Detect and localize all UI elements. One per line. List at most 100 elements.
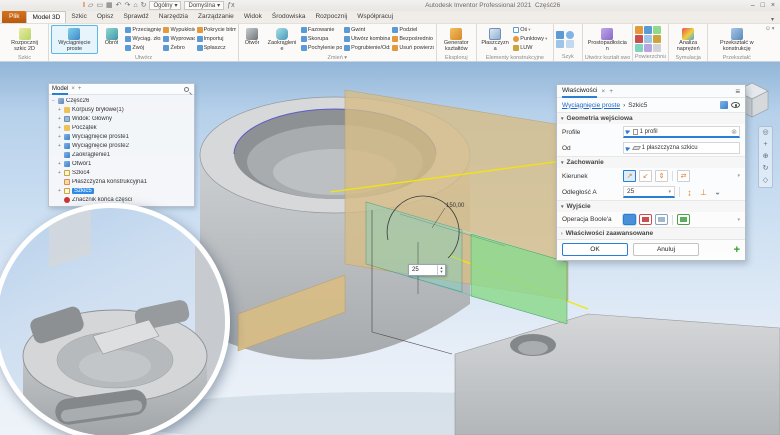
thicken-offset-button[interactable]: Pogrubienie/Odsunięcie — [344, 43, 390, 52]
direction-asymmetric-button[interactable]: ⇄ — [677, 170, 690, 182]
draft-button[interactable]: Pochylenie powierzchni — [300, 43, 342, 52]
expand-icon[interactable]: + — [57, 161, 62, 167]
orbit-icon[interactable]: ↻ — [763, 165, 769, 173]
tree-item-sketch5[interactable]: + Szkic5 — [51, 186, 194, 195]
group-label-zmien[interactable]: Zmień ▾ — [241, 54, 434, 61]
boolean-cut-button[interactable] — [639, 214, 652, 225]
extrude-button[interactable]: Wyciągnięcie proste — [51, 25, 98, 54]
direction-default-button[interactable]: ↗ — [623, 170, 636, 182]
expand-icon[interactable]: + — [57, 125, 62, 131]
maximize-button[interactable]: □ — [761, 2, 765, 9]
add-tab-icon[interactable]: + — [78, 86, 82, 92]
visibility-eye-icon[interactable] — [731, 102, 740, 108]
rib-button[interactable]: Żebro — [163, 43, 194, 52]
new-file-icon[interactable]: ▱ — [88, 1, 93, 10]
sweep-button[interactable]: Przeciągnięcie — [125, 25, 161, 34]
minimize-button[interactable]: – — [751, 2, 755, 9]
tab-szkic[interactable]: Szkic — [66, 11, 92, 23]
ok-button[interactable]: OK — [562, 243, 628, 256]
expand-icon[interactable]: + — [57, 116, 62, 122]
close-icon[interactable]: × — [71, 86, 75, 92]
import-button[interactable]: Importuj — [196, 34, 236, 43]
loft-button[interactable]: Wyciąg. złoż. — [125, 34, 161, 43]
expand-icon[interactable]: + — [57, 107, 62, 113]
direct-edit-button[interactable]: Bezpośrednio — [392, 34, 433, 43]
delete-face-button[interactable]: Usuń powierzchnię — [392, 43, 434, 52]
sketch-driven-pattern-icon[interactable] — [565, 39, 574, 48]
close-button[interactable]: × — [771, 2, 775, 9]
look-at-icon[interactable]: ◇ — [763, 177, 768, 185]
distance-input[interactable]: 25 ▾ — [623, 186, 675, 198]
combine-button[interactable]: Utwórz kombinację — [344, 34, 390, 43]
tree-root-part[interactable]: − Część26 — [51, 96, 194, 105]
pan-icon[interactable]: + — [763, 141, 767, 149]
extent-through-all-icon[interactable]: ↨ — [684, 188, 695, 197]
decal-button[interactable]: Pokrycie bitmapą — [196, 25, 236, 34]
tab-sprawdz[interactable]: Sprawdź — [118, 11, 153, 23]
chevron-down-icon[interactable]: ▾ — [737, 217, 740, 223]
shell-button[interactable]: Skorupa — [300, 34, 342, 43]
spinner-icon[interactable]: ▲ ▼ — [437, 265, 445, 275]
offset-surface-icon[interactable] — [634, 44, 643, 52]
freeform-box-button[interactable]: Prostopadłościan — [585, 25, 630, 54]
section-advanced[interactable]: › Właściwości zaawansowane — [557, 227, 745, 239]
coil-button[interactable]: Zwój — [125, 43, 161, 52]
mirror-icon[interactable] — [555, 39, 564, 48]
tab-opisz[interactable]: Opisz — [92, 11, 119, 23]
extent-to-icon[interactable]: ⊥ — [698, 188, 709, 197]
tree-item-fillet1[interactable]: Zaokrąglenie1 — [51, 150, 194, 159]
expand-icon[interactable]: + — [57, 134, 62, 140]
chevron-down-icon[interactable]: ▾ — [737, 173, 740, 179]
tab-rozpocznij[interactable]: Rozpocznij — [310, 11, 352, 23]
direction-flipped-button[interactable]: ↙ — [639, 170, 652, 182]
shape-generator-button[interactable]: Generator kształtów — [439, 25, 474, 54]
properties-tab[interactable]: Właściwości — [562, 85, 598, 98]
parameters-fx-icon[interactable]: ƒx — [227, 1, 234, 10]
chevron-down-icon[interactable]: ▾ — [668, 189, 671, 195]
tree-item-workplane1[interactable]: Płaszczyzna konstrukcyjna1 — [51, 177, 194, 186]
work-axis-button[interactable]: Oś ▾ — [513, 25, 551, 34]
model-viewport[interactable]: 150,00 Model × + − Część26 + Korpusy bryło… — [0, 62, 780, 435]
material-dropdown[interactable]: Ogólny ▾ — [149, 1, 182, 10]
delete-surface-icon[interactable] — [652, 44, 661, 52]
derive-button[interactable]: Wyprowadź — [163, 34, 195, 43]
replace-face-icon[interactable] — [643, 44, 652, 52]
thread-button[interactable]: Gwint — [344, 25, 390, 34]
search-icon[interactable] — [184, 86, 189, 92]
tree-item-sketch4[interactable]: + Szkic4 — [51, 168, 194, 177]
boolean-intersect-button[interactable] — [655, 214, 668, 225]
expand-icon[interactable]: + — [57, 188, 62, 194]
boolean-new-solid-button[interactable] — [677, 214, 690, 225]
save-icon[interactable]: ▦ — [106, 1, 113, 10]
flange-face[interactable] — [454, 313, 780, 435]
patch-surface-icon[interactable] — [643, 26, 652, 34]
start-2d-sketch-button[interactable]: Rozpocznij szkic 2D — [3, 25, 46, 54]
chamfer-button[interactable]: Fazowanie — [300, 25, 342, 34]
tree-item-extrusion1[interactable]: + Wyciągnięcie proste1 — [51, 132, 194, 141]
ribbon-collapse-icon[interactable]: ▾ — [767, 16, 778, 23]
tab-narzedzia[interactable]: Narzędzia — [154, 11, 193, 23]
section-geometry[interactable]: ▾ Geometria wejściowa — [557, 112, 745, 124]
open-file-icon[interactable]: ▭ — [96, 1, 103, 10]
convert-to-sheet-metal-button[interactable]: Przekształć w konstrukcję blachową — [710, 25, 764, 54]
refresh-icon[interactable]: ↻ — [141, 1, 147, 10]
redo-icon[interactable]: ↷ — [124, 1, 130, 10]
section-behavior[interactable]: ▾ Zachowanie — [557, 156, 745, 168]
profile-field[interactable]: ▶ 1 profil ⊗ — [623, 126, 740, 138]
stress-analysis-button[interactable]: Analiza naprężeń — [671, 25, 705, 54]
tree-item-view-main[interactable]: + Widok: Główny — [51, 114, 194, 123]
section-output[interactable]: ▾ Wyjście — [557, 200, 745, 212]
menu-icon[interactable]: ≡ — [735, 87, 740, 96]
navigation-wheel-icon[interactable]: ◎ — [762, 129, 768, 137]
work-plane-button[interactable]: Płaszczyzna — [479, 25, 511, 54]
appearance-dropdown[interactable]: Domyślna ▾ — [184, 1, 225, 10]
dimension-value[interactable]: 150,00 — [446, 203, 465, 209]
cancel-button[interactable]: Anuluj — [633, 243, 699, 256]
work-point-button[interactable]: Punktowy ▾ — [513, 34, 551, 43]
undo-icon[interactable]: ↶ — [116, 1, 122, 10]
hole-button[interactable]: Otwór — [241, 25, 263, 54]
browser-tab-model[interactable]: Model — [52, 84, 69, 95]
collapse-icon[interactable]: − — [51, 98, 56, 104]
revolve-button[interactable]: Obrót — [100, 25, 124, 54]
tab-wspolpracuj[interactable]: Współpracuj — [352, 11, 398, 23]
